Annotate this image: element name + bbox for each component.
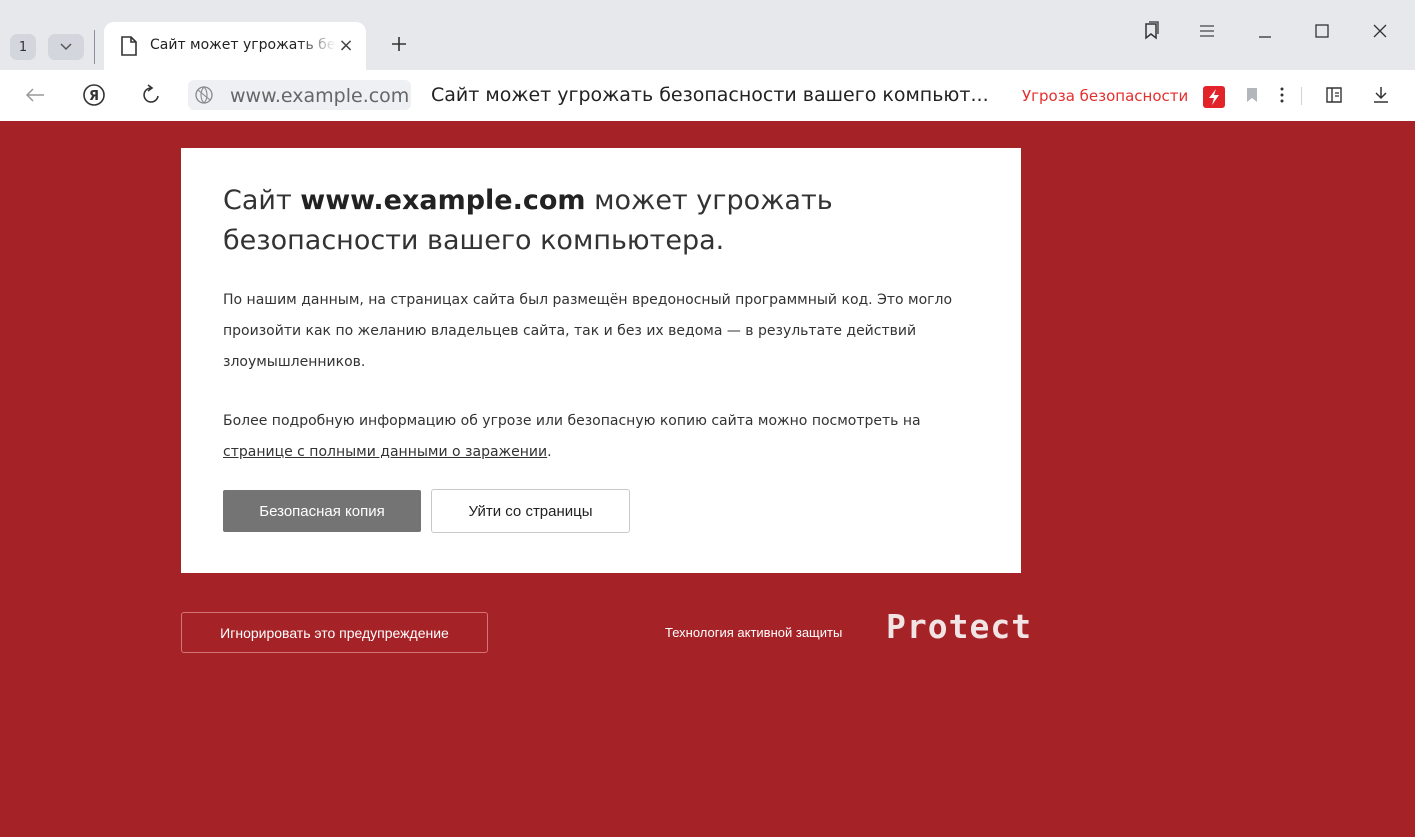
tab-list-button[interactable] [48, 34, 84, 60]
address-toolbar: Я www.example.com Сайт может угрожать бе… [0, 70, 1415, 121]
reload-button[interactable] [136, 80, 166, 110]
more-vertical-icon [1280, 87, 1284, 103]
svg-text:Я: Я [89, 89, 99, 104]
bookmark-button[interactable] [1237, 80, 1267, 110]
plus-icon [392, 37, 406, 51]
collections-icon [1145, 21, 1159, 40]
side-panel-button[interactable] [1319, 80, 1349, 110]
infection-details-link[interactable]: странице с полными данными о заражении [223, 444, 547, 460]
protect-badge-button[interactable] [1203, 86, 1225, 108]
tab-title: Сайт может угрожать безопасности вашего … [150, 37, 336, 53]
menu-button[interactable] [1190, 14, 1224, 48]
warning-card: Сайт www.example.com может угрожать безо… [181, 148, 1021, 573]
active-tab[interactable]: Сайт может угрожать безопасности вашего … [104, 22, 366, 70]
reload-icon [143, 84, 159, 103]
menu-icon [1200, 25, 1214, 37]
back-arrow-icon [25, 88, 44, 102]
headline-prefix: Сайт [223, 185, 292, 216]
yandex-icon: Я [83, 84, 105, 106]
safe-copy-button[interactable]: Безопасная копия [223, 490, 421, 532]
warning-more-info: Более подробную информацию об угрозе или… [223, 406, 983, 468]
tab-counter-button[interactable]: 1 [10, 34, 36, 60]
download-icon [1374, 87, 1388, 103]
toolbar-separator [1301, 87, 1302, 105]
warning-description: По нашим данным, на страницах сайта был … [223, 292, 953, 370]
more-info-end: . [547, 444, 552, 460]
close-window-button[interactable] [1363, 14, 1397, 48]
close-icon[interactable]: × [336, 34, 356, 56]
protect-caption: Технология активной защиты [665, 625, 843, 640]
protect-logo: Protect [886, 607, 1033, 646]
close-window-icon [1373, 24, 1387, 38]
tab-strip: 1 Сайт может угрожать безопасности вашег… [0, 0, 1415, 70]
globe-icon[interactable] [194, 85, 214, 105]
minimize-button[interactable] [1248, 14, 1282, 48]
side-panel-icon [1326, 87, 1342, 103]
bookmark-icon [1247, 88, 1257, 102]
document-icon [121, 36, 137, 56]
minimize-icon [1259, 36, 1271, 38]
back-button[interactable] [20, 80, 50, 110]
more-button[interactable] [1267, 80, 1297, 110]
tab-separator [94, 30, 95, 64]
new-tab-button[interactable] [385, 30, 413, 58]
address-field[interactable]: www.example.com [188, 80, 411, 110]
maximize-button[interactable] [1305, 14, 1339, 48]
address-page-title: Сайт может угрожать безопасности вашего … [431, 84, 989, 106]
yandex-button[interactable]: Я [79, 80, 109, 110]
chevron-down-icon [60, 43, 72, 51]
warning-headline: Сайт www.example.com может угрожать безо… [223, 181, 983, 261]
protect-lightning-icon [1209, 89, 1219, 105]
address-domain: www.example.com [230, 85, 410, 107]
ignore-warning-button[interactable]: Игнорировать это предупреждение [181, 612, 488, 653]
collections-button[interactable] [1134, 14, 1168, 48]
security-threat-label[interactable]: Угроза безопасности [1022, 87, 1188, 105]
download-button[interactable] [1366, 80, 1396, 110]
maximize-icon [1315, 24, 1329, 38]
more-info-text: Более подробную информацию об угрозе или… [223, 413, 921, 429]
headline-domain: www.example.com [300, 185, 586, 216]
leave-page-button[interactable]: Уйти со страницы [431, 489, 630, 533]
